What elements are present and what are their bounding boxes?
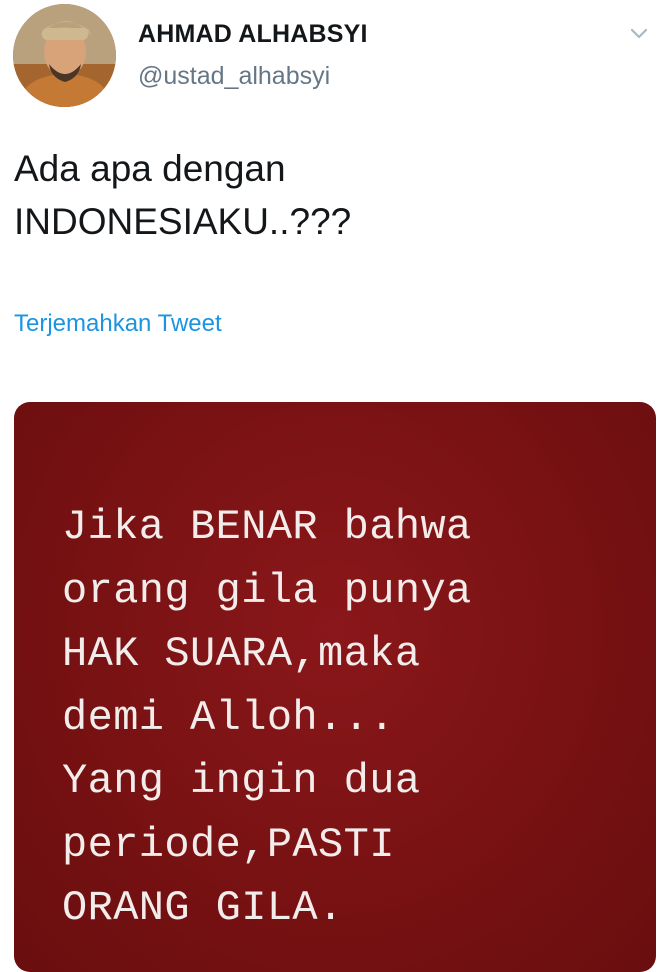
avatar[interactable] xyxy=(13,4,116,107)
media-text-line: Jika BENAR bahwa xyxy=(62,503,472,551)
tweet-text-line: Ada apa dengan xyxy=(14,148,286,189)
author-display-name[interactable]: AHMAD ALHABSYI xyxy=(138,20,368,49)
tweet-media-image[interactable]: Jika BENAR bahwa orang gila punya HAK SU… xyxy=(14,402,656,972)
tweet-text-line: INDONESIAKU..??? xyxy=(14,201,352,242)
media-text-line: orang gila punya xyxy=(62,566,472,615)
media-text-line: periode,PASTI xyxy=(62,820,395,869)
translate-tweet-link[interactable]: Terjemahkan Tweet xyxy=(14,310,222,338)
author-handle[interactable]: @ustad_alhabsyi xyxy=(138,62,330,91)
tweet-text: Ada apa dengan INDONESIAKU..??? xyxy=(14,142,634,248)
media-text-line: Yang ingin dua xyxy=(62,757,421,805)
media-text: Jika BENAR bahwa orang gila punya HAK SU… xyxy=(62,496,632,941)
media-text-line: HAK SUARA,maka xyxy=(62,630,421,678)
profile-photo-icon xyxy=(13,4,116,107)
chevron-down-icon[interactable] xyxy=(628,22,650,44)
media-text-line: demi Alloh... xyxy=(62,693,395,742)
media-text-line: ORANG GILA. xyxy=(62,884,344,932)
